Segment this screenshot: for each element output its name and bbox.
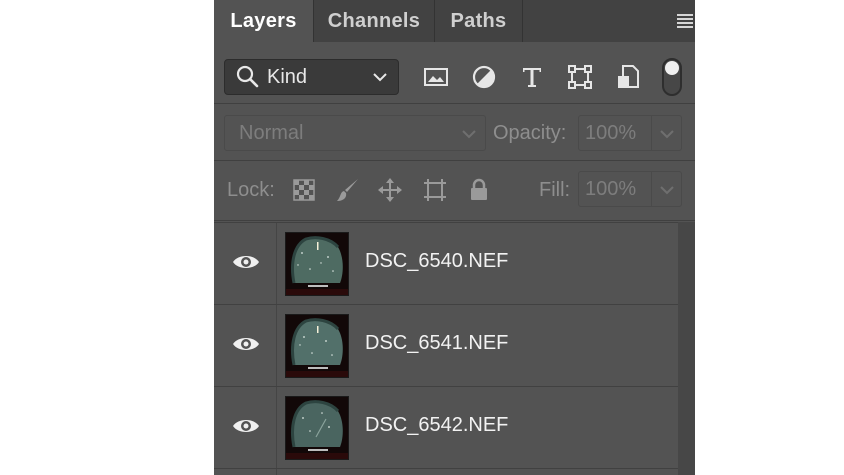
- eye-icon: [233, 420, 259, 432]
- eye-icon: [233, 338, 259, 350]
- layer-row[interactable]: [214, 468, 678, 475]
- fill-label: Fill:: [539, 179, 571, 201]
- panel-tab-bar: Layers Channels Paths: [214, 0, 695, 42]
- layer-thumbnail[interactable]: [285, 396, 349, 460]
- fill-value: 100%: [585, 177, 637, 200]
- layer-name[interactable]: DSC_6540.NEF: [365, 250, 508, 273]
- layer-thumbnail-image: [286, 315, 348, 377]
- search-icon: [236, 65, 259, 88]
- lock-artboard-icon[interactable]: [421, 176, 449, 204]
- filter-kind-select[interactable]: Kind: [224, 59, 399, 95]
- lock-transparent-pixels-icon[interactable]: [290, 176, 318, 204]
- tab-paths[interactable]: Paths: [435, 0, 523, 42]
- layers-panel: Layers Channels Paths Kind Normal Opacit…: [214, 0, 695, 475]
- smart-object-filter-icon[interactable]: [614, 63, 642, 91]
- layer-thumbnail-image: [286, 397, 348, 459]
- lock-all-icon[interactable]: [465, 176, 493, 204]
- layer-thumbnail[interactable]: [285, 314, 349, 378]
- lock-position-icon[interactable]: [376, 176, 404, 204]
- panel-menu-icon[interactable]: [677, 14, 695, 28]
- chevron-down-icon: [660, 130, 674, 139]
- filter-kind-label: Kind: [267, 65, 308, 88]
- blend-mode-select[interactable]: Normal: [224, 115, 486, 151]
- tab-channels[interactable]: Channels: [313, 0, 435, 42]
- visibility-toggle[interactable]: [214, 305, 277, 386]
- shape-filter-icon[interactable]: [566, 63, 594, 91]
- layer-row[interactable]: DSC_6540.NEF: [214, 222, 678, 304]
- lock-image-pixels-icon[interactable]: [334, 176, 362, 204]
- layer-name[interactable]: DSC_6542.NEF: [365, 414, 508, 437]
- lock-label: Lock:: [227, 179, 275, 201]
- divider: [214, 103, 695, 104]
- layer-row[interactable]: DSC_6541.NEF: [214, 304, 678, 386]
- visibility-toggle[interactable]: [214, 387, 277, 468]
- layer-thumbnail-image: [286, 233, 348, 295]
- type-filter-icon[interactable]: [518, 63, 546, 91]
- layers-scrollbar[interactable]: [678, 222, 695, 475]
- layer-name[interactable]: DSC_6541.NEF: [365, 332, 508, 355]
- chevron-down-icon: [373, 73, 387, 82]
- visibility-toggle[interactable]: [214, 469, 277, 475]
- layer-thumbnail[interactable]: [285, 232, 349, 296]
- opacity-input[interactable]: 100%: [578, 115, 652, 151]
- filter-toggle[interactable]: [662, 58, 682, 96]
- adjustment-filter-icon[interactable]: [470, 63, 498, 91]
- fill-dropdown[interactable]: [652, 171, 682, 207]
- opacity-value: 100%: [585, 121, 637, 144]
- chevron-down-icon: [660, 186, 674, 195]
- fill-input[interactable]: 100%: [578, 171, 652, 207]
- eye-icon: [233, 256, 259, 268]
- image-filter-icon[interactable]: [422, 63, 450, 91]
- filter-toggle-knob: [665, 61, 679, 75]
- blend-mode-value: Normal: [239, 121, 304, 144]
- opacity-label: Opacity:: [493, 122, 567, 144]
- visibility-toggle[interactable]: [214, 223, 277, 304]
- layer-row[interactable]: DSC_6542.NEF: [214, 386, 678, 468]
- divider: [214, 220, 695, 221]
- tab-layers[interactable]: Layers: [214, 0, 313, 42]
- divider: [214, 160, 695, 161]
- opacity-dropdown[interactable]: [652, 115, 682, 151]
- chevron-down-icon: [462, 130, 476, 139]
